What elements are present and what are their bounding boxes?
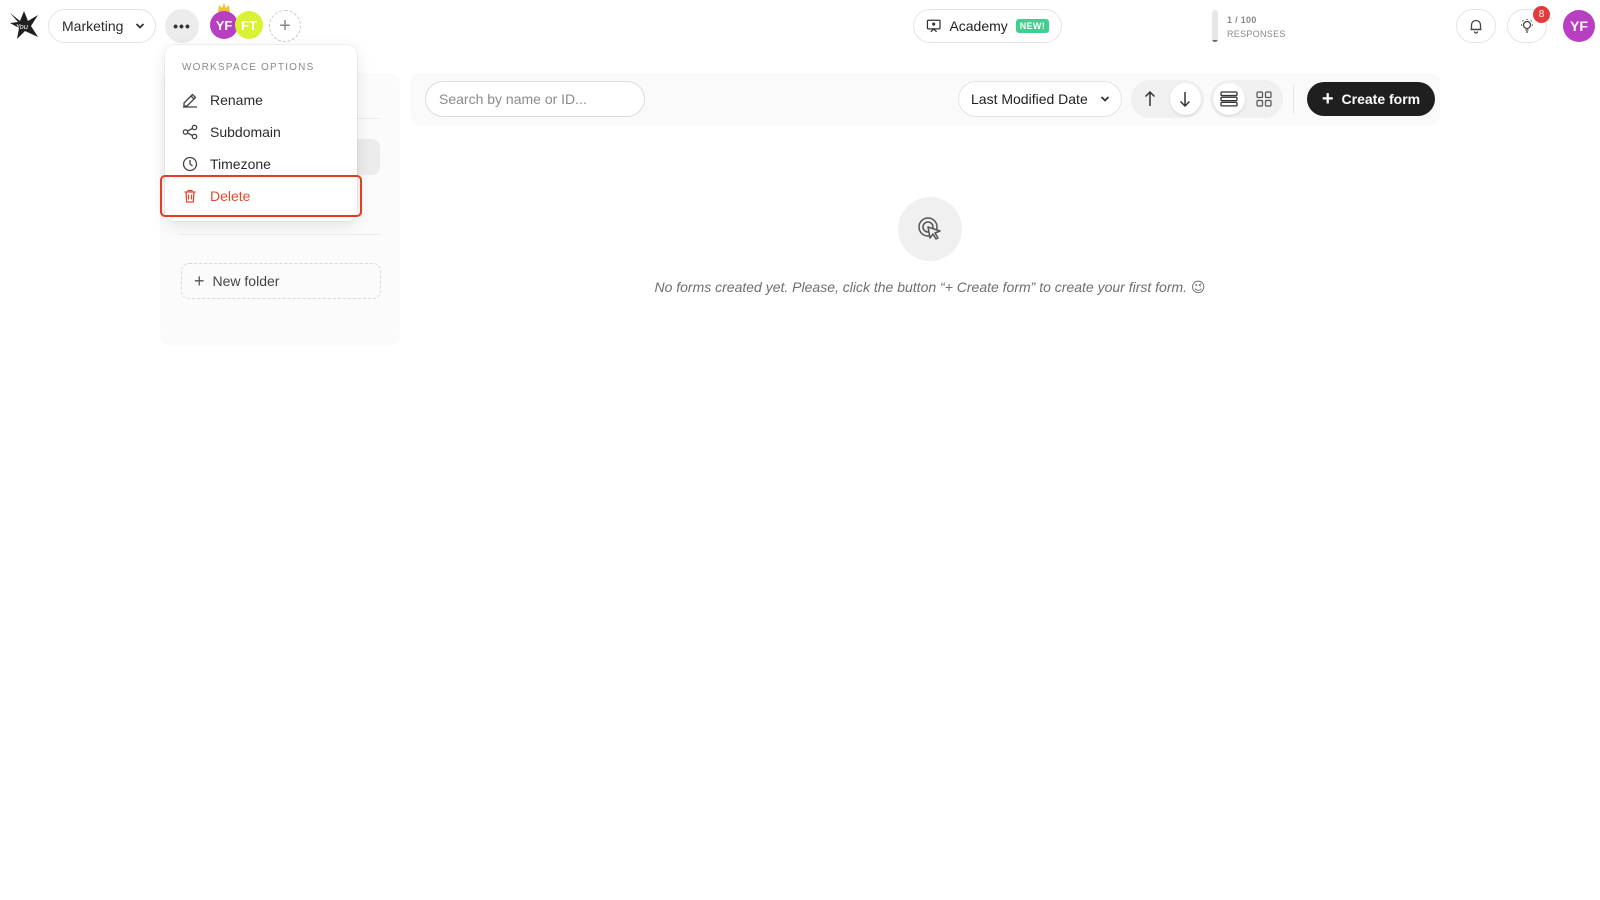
pencil-icon <box>182 92 198 108</box>
academy-icon <box>926 19 941 33</box>
add-member-button[interactable]: + <box>269 10 301 42</box>
chevron-down-icon <box>135 23 145 29</box>
menu-item-label: Rename <box>210 92 263 108</box>
notifications-button[interactable] <box>1456 9 1496 43</box>
menu-item-label: Subdomain <box>210 124 281 140</box>
empty-state-icon <box>898 197 962 261</box>
academy-button[interactable]: Academy NEW! <box>913 9 1062 43</box>
plus-icon: + <box>279 15 291 37</box>
workspace-options-button[interactable]: ••• <box>165 9 199 43</box>
divider <box>1293 84 1294 114</box>
new-folder-label: New folder <box>212 273 280 289</box>
create-form-button[interactable]: + Create form <box>1307 82 1435 116</box>
sort-descending-button[interactable] <box>1169 83 1201 115</box>
new-badge: NEW! <box>1015 19 1049 33</box>
sort-direction-toggle <box>1131 80 1204 118</box>
academy-label: Academy <box>949 18 1008 34</box>
responses-counter[interactable]: 1 / 100 RESPONSES <box>1227 13 1286 41</box>
lightbulb-icon <box>1521 19 1533 33</box>
responses-label: RESPONSES <box>1227 29 1286 39</box>
app-logo[interactable]: You <box>8 9 40 41</box>
member-avatar[interactable]: YF <box>210 11 238 39</box>
menu-item-subdomain[interactable]: Subdomain <box>182 120 281 144</box>
search-input[interactable] <box>425 81 645 117</box>
chevron-down-icon <box>1100 96 1110 102</box>
svg-text:You: You <box>16 23 29 31</box>
sort-by-select[interactable]: Last Modified Date <box>958 81 1122 117</box>
grid-view-button[interactable] <box>1249 83 1281 115</box>
menu-item-label: Timezone <box>210 156 271 172</box>
view-mode-toggle <box>1210 80 1283 118</box>
grid-view-icon <box>1256 91 1272 107</box>
divider <box>180 234 380 235</box>
clock-icon <box>182 156 198 172</box>
sort-ascending-button[interactable] <box>1134 83 1166 115</box>
new-folder-button[interactable]: + New folder <box>181 263 381 299</box>
workspace-name: Marketing <box>62 18 124 34</box>
menu-item-rename[interactable]: Rename <box>182 88 263 112</box>
plus-icon: + <box>194 271 205 291</box>
arrow-up-icon <box>1144 90 1155 106</box>
responses-progress-bar <box>1212 10 1218 42</box>
menu-title: WORKSPACE OPTIONS <box>182 62 315 73</box>
member-avatar[interactable]: FT <box>235 11 263 39</box>
delete-highlight-box <box>160 175 362 217</box>
responses-count: 1 / 100 <box>1227 15 1257 25</box>
sort-by-label: Last Modified Date <box>971 91 1088 107</box>
list-view-button[interactable] <box>1213 83 1245 115</box>
notification-count-badge: 8 <box>1533 6 1550 23</box>
user-avatar[interactable]: YF <box>1563 10 1595 42</box>
arrow-down-icon <box>1180 92 1191 108</box>
workspace-selector[interactable]: Marketing <box>48 9 156 43</box>
create-form-label: Create form <box>1341 91 1421 107</box>
bell-icon <box>1470 19 1482 34</box>
more-dots-icon: ••• <box>173 18 191 34</box>
share-nodes-icon <box>182 124 198 140</box>
plus-icon: + <box>1321 88 1334 110</box>
menu-item-timezone[interactable]: Timezone <box>182 152 271 176</box>
list-view-icon <box>1220 91 1238 107</box>
empty-state-message: No forms created yet. Please, click the … <box>654 279 1206 295</box>
cursor-click-icon <box>918 217 941 240</box>
